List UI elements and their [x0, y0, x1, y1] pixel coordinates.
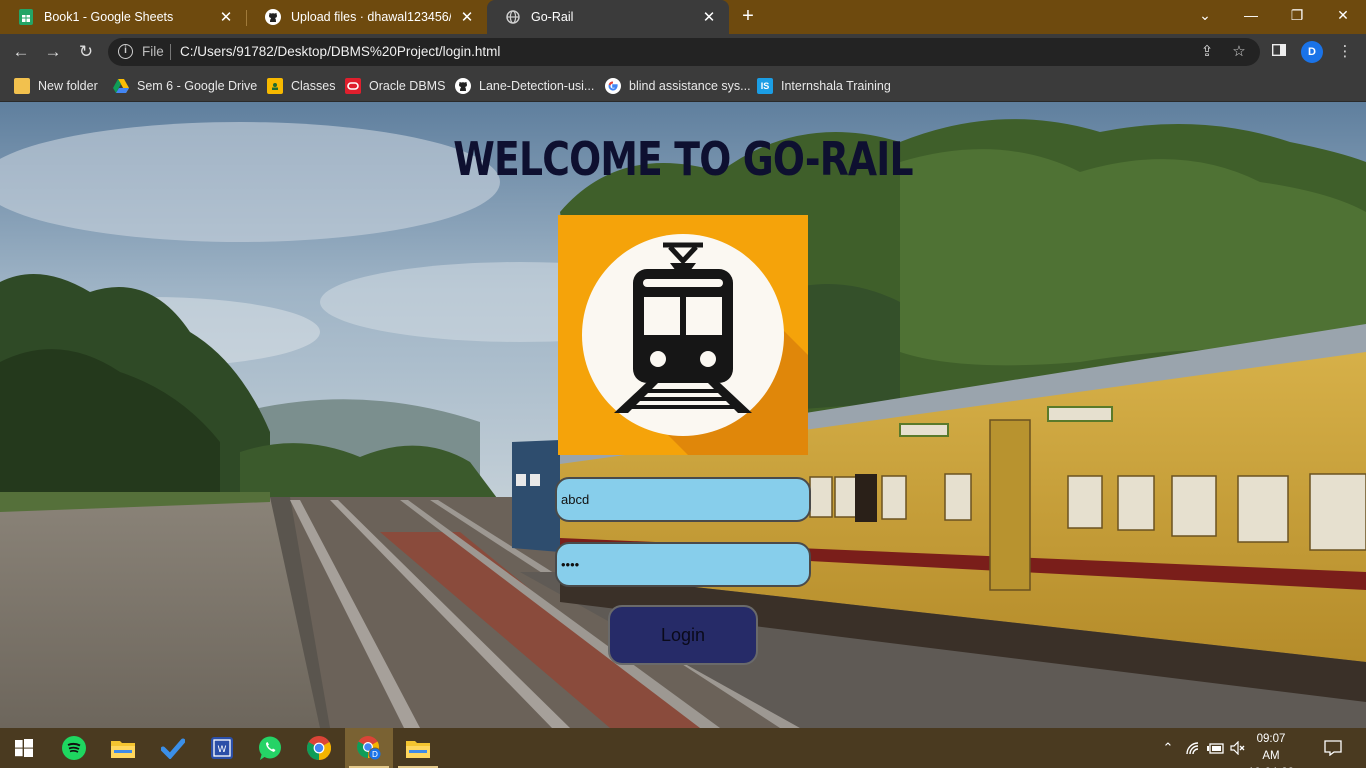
- tab-title: Book1 - Google Sheets: [44, 10, 174, 24]
- bookmark-label: New folder: [38, 79, 98, 93]
- windows-taskbar: W D ⌃ 09:07 AM 10-04-22: [0, 728, 1366, 768]
- internshala-icon: IS: [757, 78, 773, 94]
- todo-icon[interactable]: [149, 728, 197, 768]
- folder-icon: [14, 78, 30, 94]
- bookmark-label: Sem 6 - Google Drive: [137, 79, 258, 93]
- bookmarks-bar: New folder Sem 6 - Google Drive Classes …: [0, 70, 1366, 102]
- minimize-button[interactable]: —: [1228, 0, 1274, 34]
- restore-button[interactable]: ❐: [1274, 0, 1320, 34]
- login-button[interactable]: Login: [608, 605, 758, 665]
- oracle-icon: [345, 78, 361, 94]
- bookmark-label: Lane-Detection-usi...: [479, 79, 595, 93]
- notifications-icon[interactable]: [1320, 728, 1346, 768]
- bookmark-sem6-drive[interactable]: Sem 6 - Google Drive: [113, 76, 257, 96]
- whatsapp-icon[interactable]: [246, 728, 294, 768]
- password-input[interactable]: [555, 542, 811, 587]
- github-icon: [455, 78, 471, 94]
- bookmark-internshala[interactable]: IS Internshala Training: [757, 76, 891, 96]
- page-title: WELCOME TO GO-RAIL: [453, 132, 913, 186]
- bookmark-blind-assistance[interactable]: blind assistance sys...: [605, 76, 751, 96]
- forward-button[interactable]: →: [40, 39, 66, 65]
- url-scheme: File: [142, 44, 164, 59]
- wps-icon[interactable]: W: [198, 728, 246, 768]
- site-info-icon[interactable]: i: [118, 44, 133, 59]
- bookmark-label: Oracle DBMS: [369, 79, 446, 93]
- google-sheets-icon: [18, 9, 34, 25]
- globe-icon: [505, 9, 521, 25]
- go-rail-logo: [558, 215, 808, 455]
- file-explorer-icon[interactable]: [394, 728, 442, 768]
- bookmark-oracle-dbms[interactable]: Oracle DBMS: [345, 76, 445, 96]
- close-window-button[interactable]: ✕: [1320, 0, 1366, 34]
- tab-google-sheets[interactable]: Book1 - Google Sheets ✕: [0, 0, 246, 34]
- svg-text:W: W: [218, 745, 227, 755]
- volume-muted-icon[interactable]: [1228, 728, 1248, 768]
- tab-go-rail[interactable]: Go-Rail ✕: [487, 0, 729, 34]
- close-tab-icon[interactable]: ✕: [218, 8, 234, 26]
- more-menu-icon[interactable]: ⋮: [1334, 41, 1356, 63]
- bookmark-label: blind assistance sys...: [629, 79, 751, 93]
- tab-github-upload[interactable]: Upload files · dhawal123456/DBMS ✕: [247, 0, 487, 34]
- windows-start-icon[interactable]: [0, 728, 48, 768]
- chrome-profile-icon[interactable]: D: [345, 728, 393, 768]
- system-clock[interactable]: 09:07 AM 10-04-22: [1247, 731, 1295, 768]
- bookmark-classes[interactable]: Classes: [267, 76, 335, 96]
- address-bar[interactable]: i File C:/Users/91782/Desktop/DBMS%20Pro…: [108, 38, 1260, 66]
- back-button[interactable]: ←: [8, 39, 34, 65]
- page-content: WELCOME TO GO-RAIL Login: [0, 102, 1366, 728]
- clock-time: 09:07 AM: [1256, 733, 1286, 762]
- bookmark-label: Internshala Training: [781, 79, 891, 93]
- bookmark-new-folder[interactable]: New folder: [14, 76, 98, 96]
- bookmark-lane-detection[interactable]: Lane-Detection-usi...: [455, 76, 594, 96]
- reload-button[interactable]: ↻: [73, 39, 99, 65]
- close-tab-icon[interactable]: ✕: [701, 8, 717, 26]
- google-drive-icon: [113, 78, 129, 94]
- tab-title: Upload files · dhawal123456/DBMS: [291, 10, 451, 24]
- url-text[interactable]: C:/Users/91782/Desktop/DBMS%20Project/lo…: [180, 44, 500, 59]
- address-divider: [170, 44, 171, 60]
- tab-search-chevron-icon[interactable]: ⌄: [1182, 0, 1228, 34]
- file-explorer-icon[interactable]: [99, 728, 147, 768]
- show-hidden-icons-chevron-icon[interactable]: ⌃: [1158, 728, 1178, 768]
- share-icon[interactable]: ⇪: [1196, 41, 1218, 63]
- bookmark-label: Classes: [291, 79, 336, 93]
- close-tab-icon[interactable]: ✕: [459, 8, 475, 26]
- side-panel-icon[interactable]: [1268, 41, 1290, 63]
- tab-strip: Book1 - Google Sheets ✕ Upload files · d…: [0, 0, 1366, 34]
- chrome-icon[interactable]: [295, 728, 343, 768]
- google-icon: [605, 78, 621, 94]
- browser-toolbar: ← → ↻ i File C:/Users/91782/Desktop/DBMS…: [0, 34, 1366, 70]
- train-icon: [558, 215, 808, 455]
- tab-title: Go-Rail: [531, 10, 574, 24]
- google-classroom-icon: [267, 78, 283, 94]
- github-icon: [265, 9, 281, 25]
- svg-text:D: D: [372, 750, 378, 759]
- network-icon[interactable]: [1182, 728, 1204, 768]
- username-input[interactable]: [555, 477, 811, 522]
- new-tab-button[interactable]: +: [736, 5, 760, 29]
- battery-icon[interactable]: [1205, 728, 1227, 768]
- profile-avatar[interactable]: D: [1301, 41, 1323, 63]
- bookmark-star-icon[interactable]: ☆: [1228, 41, 1250, 63]
- spotify-icon[interactable]: [50, 728, 98, 768]
